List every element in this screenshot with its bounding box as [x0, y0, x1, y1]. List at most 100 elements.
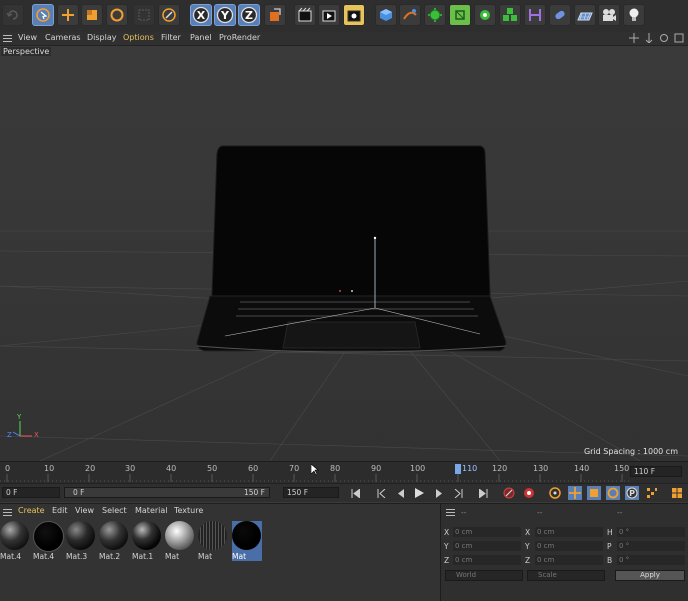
menu-cameras[interactable]: Cameras [45, 33, 81, 42]
previous-key-icon[interactable] [374, 486, 388, 500]
move-icon[interactable] [57, 4, 79, 26]
material-swatch[interactable] [66, 521, 96, 553]
pos-z-field[interactable]: 0 cm [453, 555, 521, 565]
menu-filter[interactable]: Filter [161, 33, 181, 42]
subdivision-surface-icon[interactable] [424, 4, 446, 26]
rot-p-field[interactable]: 0 ° [617, 541, 685, 551]
pos-y-field[interactable]: 0 cm [453, 541, 521, 551]
next-key-icon[interactable] [451, 486, 465, 500]
coordinate-system-dropdown[interactable]: World [445, 570, 523, 581]
material-swatch[interactable] [165, 521, 195, 553]
menu-prorender[interactable]: ProRender [219, 33, 260, 42]
menu-panel[interactable]: Panel [190, 33, 212, 42]
floor-icon[interactable] [574, 4, 596, 26]
render-settings-icon[interactable] [343, 4, 365, 26]
rot-b-field[interactable]: 0 ° [617, 555, 685, 565]
svg-text:X: X [197, 9, 206, 22]
scale-key-icon[interactable] [587, 486, 601, 500]
point-level-animation-icon[interactable] [645, 486, 659, 500]
render-to-picture-viewer-icon[interactable] [318, 4, 340, 26]
rotation-key-icon[interactable] [606, 486, 620, 500]
rot-h-field[interactable]: 0 ° [617, 527, 685, 537]
material-swatch[interactable] [132, 521, 162, 553]
end-frame-field[interactable]: 150 F [283, 487, 339, 498]
recent-tool-icon[interactable] [158, 4, 180, 26]
preview-range-slider[interactable]: 0 F 150 F [64, 487, 270, 498]
maximize-icon[interactable] [674, 33, 684, 43]
hamburger-icon[interactable] [446, 509, 455, 518]
rotate-icon[interactable] [106, 4, 128, 26]
tick-label: 130 [533, 464, 549, 473]
array-generator-icon[interactable] [449, 4, 471, 26]
orbit-icon[interactable] [659, 33, 669, 43]
render-view-icon[interactable] [294, 4, 316, 26]
material-menu-select[interactable]: Select [102, 506, 127, 515]
position-key-icon[interactable] [568, 486, 582, 500]
material-swatch[interactable] [99, 521, 129, 553]
timeline-ruler[interactable]: 0 10 20 30 40 50 60 70 80 90 100 110 120… [0, 461, 688, 484]
pen-spline-icon[interactable] [399, 4, 421, 26]
parameter-key-icon[interactable]: P [625, 486, 639, 500]
coordinates-panel: -- -- -- X Y Z 0 cm 0 cm 0 cm X Y Z 0 cm… [440, 503, 688, 601]
pos-y-label: Y [444, 542, 449, 551]
start-frame-field[interactable]: 0 F [2, 487, 60, 498]
undo-icon[interactable] [2, 4, 24, 26]
current-frame-field[interactable]: 110 F [630, 466, 682, 477]
material-menu-edit[interactable]: Edit [52, 506, 68, 515]
material-name: Mat.1 [132, 552, 154, 561]
coordinate-system-icon[interactable] [264, 4, 286, 26]
cube-icon[interactable] [375, 4, 397, 26]
size-y-field[interactable]: 0 cm [535, 541, 603, 551]
deformer-icon[interactable] [524, 4, 546, 26]
size-x-field[interactable]: 0 cm [535, 527, 603, 537]
material-swatch[interactable] [198, 521, 228, 553]
mograph-cubes-icon[interactable] [499, 4, 521, 26]
menu-display[interactable]: Display [87, 33, 117, 42]
hamburger-icon[interactable] [3, 509, 12, 518]
material-name: Mat.2 [99, 552, 121, 561]
position-header: -- [461, 508, 467, 517]
live-selection-icon[interactable] [32, 4, 54, 26]
menu-view[interactable]: View [18, 33, 37, 42]
transform-mode-dropdown[interactable]: Scale [527, 570, 605, 581]
material-swatch[interactable] [0, 521, 30, 553]
dolly-icon[interactable] [644, 33, 654, 43]
material-swatch[interactable] [33, 521, 64, 553]
x-axis-lock-button[interactable]: X [190, 4, 212, 26]
go-to-start-icon[interactable] [348, 486, 362, 500]
field-icon[interactable] [549, 4, 571, 26]
svg-text:Z: Z [245, 9, 253, 22]
previous-frame-icon[interactable] [393, 486, 407, 500]
material-swatch-selected[interactable] [232, 521, 262, 553]
material-menu-create[interactable]: Create [18, 506, 45, 515]
play-icon[interactable] [412, 486, 426, 500]
keyframe-selection-icon[interactable] [548, 486, 562, 500]
record-active-icon[interactable] [502, 486, 516, 500]
light-icon[interactable] [623, 4, 645, 26]
camera-icon[interactable] [598, 4, 620, 26]
material-menu-texture[interactable]: Texture [174, 506, 203, 515]
material-menu-material[interactable]: Material [135, 506, 168, 515]
selection-filter-icon[interactable] [133, 4, 155, 26]
perspective-viewport[interactable]: Perspective Y Z X Grid Spacing : 1000 cm [0, 46, 688, 461]
scale-icon[interactable] [81, 4, 103, 26]
tick-label: 140 [574, 464, 590, 473]
menu-options[interactable]: Options [123, 33, 154, 42]
autokeying-icon[interactable] [522, 486, 536, 500]
playhead-marker[interactable] [455, 464, 461, 474]
go-to-end-icon[interactable] [476, 486, 490, 500]
z-axis-lock-button[interactable]: Z [238, 4, 260, 26]
viewport-label[interactable]: Perspective [1, 47, 52, 56]
tick-label: 50 [207, 464, 218, 473]
y-axis-lock-button[interactable]: Y [214, 4, 236, 26]
size-z-field[interactable]: 0 cm [535, 555, 603, 565]
timeline-window-icon[interactable] [670, 486, 684, 500]
hamburger-icon[interactable] [3, 35, 12, 44]
cloner-icon[interactable] [474, 4, 496, 26]
pos-x-field[interactable]: 0 cm [453, 527, 521, 537]
pan-icon[interactable] [629, 33, 639, 43]
next-frame-icon[interactable] [432, 486, 446, 500]
material-menu-view[interactable]: View [75, 506, 94, 515]
apply-button[interactable]: Apply [615, 570, 685, 581]
transport-bar: 0 F 0 F 150 F 150 F P [0, 483, 688, 502]
